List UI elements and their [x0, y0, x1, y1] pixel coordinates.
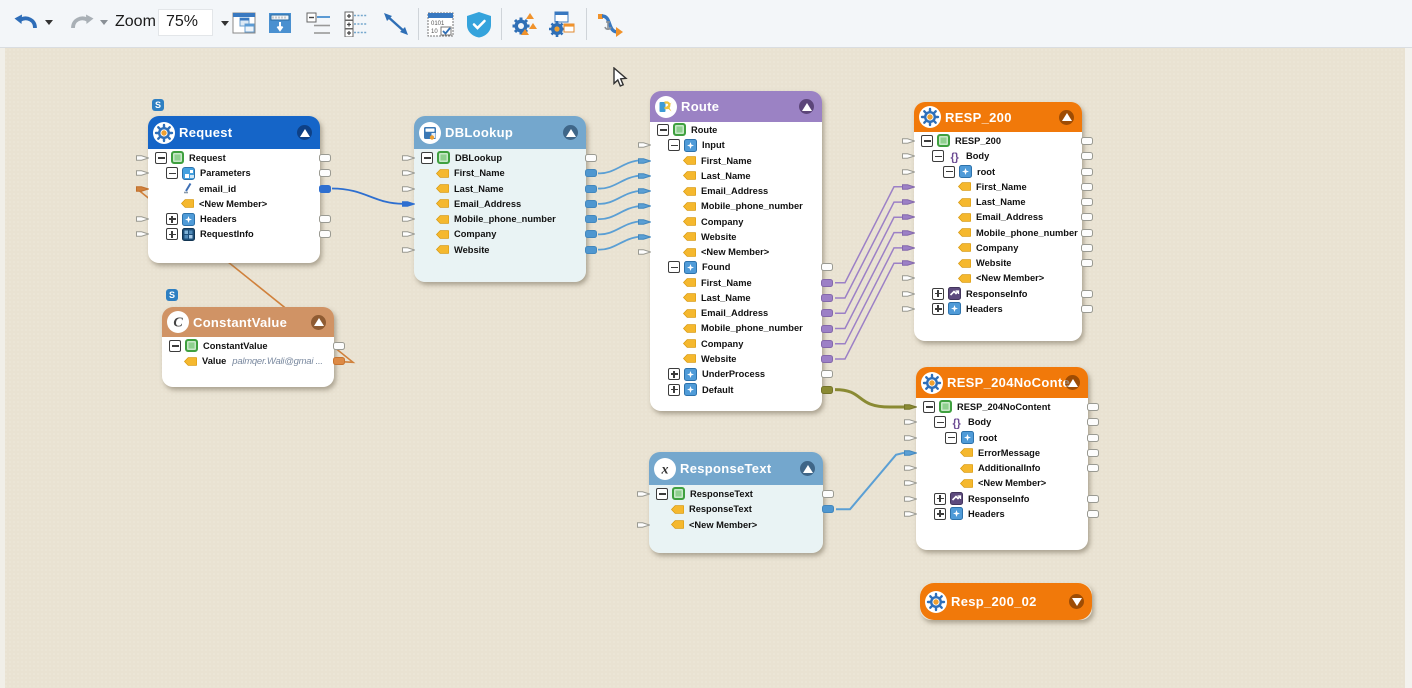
svg-text:{}: {} [950, 151, 959, 163]
svg-text:x: x [661, 462, 669, 477]
svg-text:0101: 0101 [431, 21, 445, 27]
svg-text:C: C [173, 316, 183, 331]
svg-text:{}: {} [952, 417, 961, 429]
svg-text:10: 10 [431, 29, 438, 35]
